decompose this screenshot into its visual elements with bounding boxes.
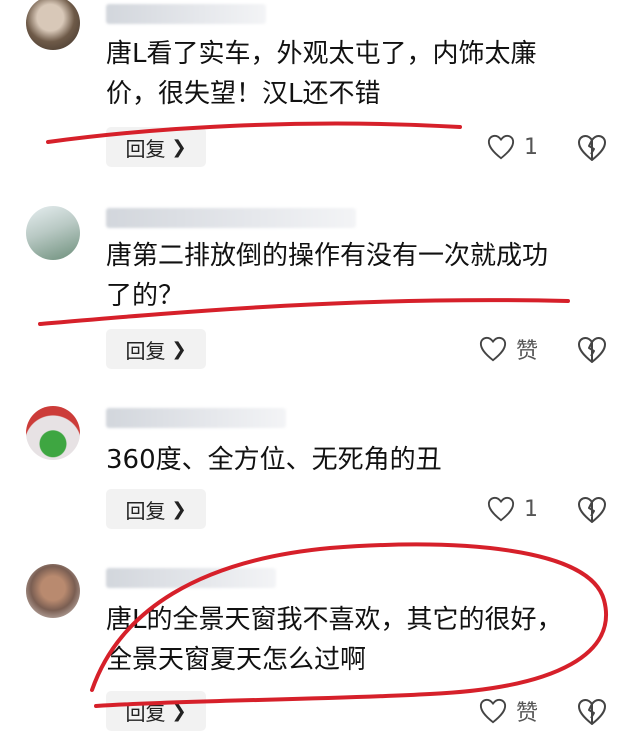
like-label: 赞: [516, 701, 539, 726]
username-blurred: [106, 568, 276, 588]
comment-text: 360度、全方位、无死角的丑: [106, 440, 606, 480]
chevron-right-icon: ❯: [171, 498, 187, 520]
comment-text-line: 了的？: [106, 281, 185, 311]
comment-text: 唐L的全景天窗我不喜欢，其它的很好， 全景天窗夏天怎么过啊: [106, 600, 606, 680]
avatar[interactable]: [26, 206, 80, 260]
like-button[interactable]: 1: [486, 489, 538, 529]
reply-button[interactable]: 回复 ❯: [106, 489, 206, 529]
broken-heart-icon[interactable]: [576, 696, 608, 728]
like-button[interactable]: 赞: [478, 691, 538, 731]
like-button[interactable]: 赞: [478, 329, 538, 369]
comment-text-line: 唐L看了实车，外观太屯了，内饰太廉: [106, 39, 537, 69]
chevron-right-icon: ❯: [171, 700, 187, 722]
comment-text: 唐L看了实车，外观太屯了，内饰太廉 价，很失望！汉L还不错: [106, 34, 606, 114]
heart-outline-icon: [487, 134, 515, 160]
comment-text: 唐第二排放倒的操作有没有一次就成功 了的？: [106, 236, 606, 316]
heart-outline-icon: [479, 698, 507, 724]
comment-text-line: 价，很失望！汉L还不错: [106, 79, 381, 109]
like-count: 1: [524, 134, 538, 160]
avatar[interactable]: [26, 0, 80, 50]
comment-text-line: 全景天窗夏天怎么过啊: [106, 645, 367, 675]
comment-text-line: 唐第二排放倒的操作有没有一次就成功: [106, 241, 549, 271]
broken-heart-icon[interactable]: [576, 334, 608, 366]
avatar[interactable]: [26, 564, 80, 618]
chevron-right-icon: ❯: [171, 136, 187, 158]
comment-text-line: 唐L的全景天窗我不喜欢，其它的很好，: [106, 605, 563, 635]
chevron-right-icon: ❯: [171, 338, 187, 360]
reply-button[interactable]: 回复 ❯: [106, 329, 206, 369]
username-blurred: [106, 208, 356, 228]
heart-outline-icon: [479, 336, 507, 362]
reply-label: 回复: [125, 498, 166, 523]
like-count: 1: [524, 496, 538, 522]
reply-label: 回复: [125, 338, 166, 363]
reply-button[interactable]: 回复 ❯: [106, 691, 206, 731]
broken-heart-icon[interactable]: [576, 132, 608, 164]
like-button[interactable]: 1: [486, 127, 538, 167]
username-blurred: [106, 4, 266, 24]
heart-outline-icon: [487, 496, 515, 522]
comment-text-line: 360度、全方位、无死角的丑: [106, 445, 442, 475]
reply-button[interactable]: 回复 ❯: [106, 127, 206, 167]
broken-heart-icon[interactable]: [576, 494, 608, 526]
like-label: 赞: [516, 339, 539, 364]
username-blurred: [106, 408, 286, 428]
reply-label: 回复: [125, 700, 166, 725]
avatar[interactable]: [26, 406, 80, 460]
reply-label: 回复: [125, 136, 166, 161]
